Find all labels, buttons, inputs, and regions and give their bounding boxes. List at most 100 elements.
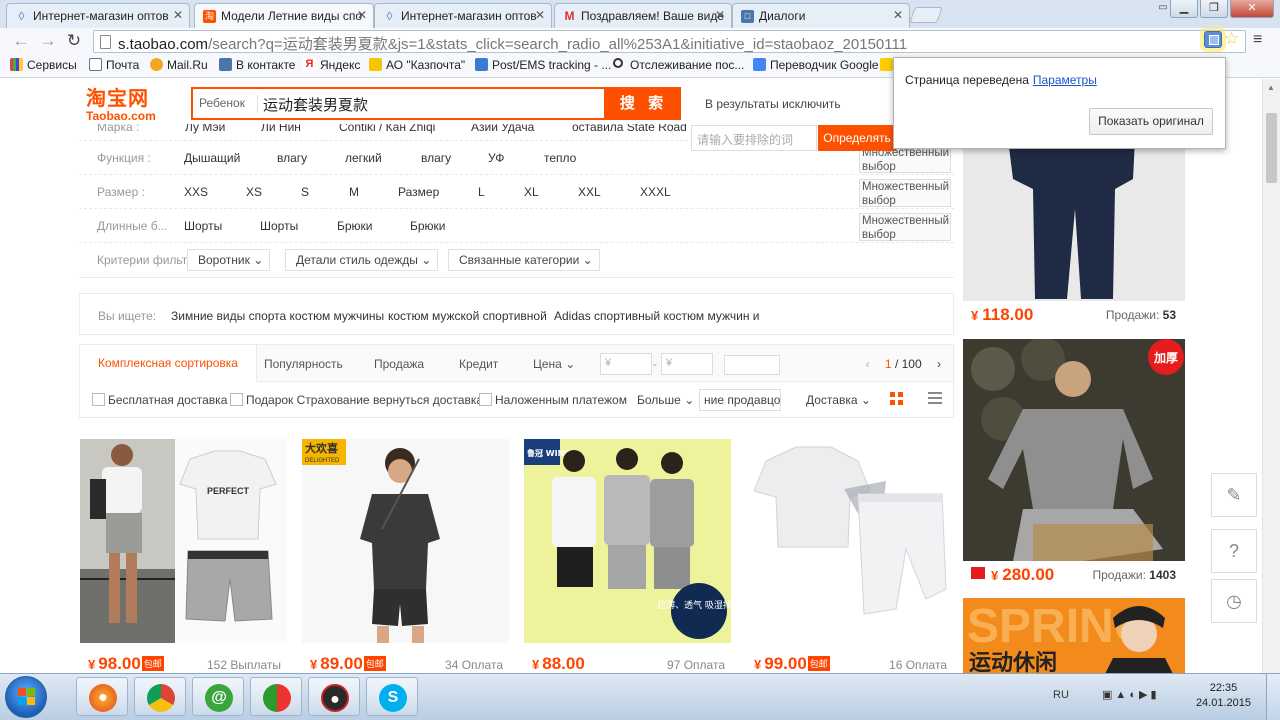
product-image[interactable] bbox=[963, 139, 1185, 301]
function-option[interactable]: УФ bbox=[488, 151, 504, 165]
brand-option[interactable]: Ли Нин bbox=[261, 124, 301, 134]
scroll-thumb[interactable] bbox=[1266, 113, 1277, 183]
forward-arrow-icon[interactable]: → bbox=[37, 30, 59, 52]
clock[interactable]: 22:35 24.01.2015 bbox=[1196, 681, 1251, 711]
sort-tab-popularity[interactable]: Популярность bbox=[264, 357, 343, 371]
sort-tab-sales[interactable]: Продажа bbox=[374, 357, 424, 371]
scroll-up-icon[interactable]: ▲ bbox=[1267, 83, 1275, 92]
function-option[interactable]: Дышащий bbox=[184, 151, 240, 165]
bookmark-tracking[interactable]: Отслеживание пос... bbox=[613, 58, 744, 72]
sort-tab-credit[interactable]: Кредит bbox=[459, 357, 498, 371]
help-icon[interactable]: ? bbox=[1211, 529, 1257, 573]
size-option[interactable]: XXXL bbox=[640, 185, 671, 199]
related-link[interactable]: Adidas спортивный костюм мужчин и bbox=[554, 309, 760, 323]
brand-option[interactable]: Лу Мэй bbox=[185, 124, 225, 134]
taskbar-skype[interactable]: S bbox=[366, 677, 418, 716]
tab-1[interactable]: ◊ Интернет-магазин оптов ✕ bbox=[6, 3, 190, 28]
related-link[interactable]: костюм мужской спортивной bbox=[388, 309, 547, 323]
multi-select-button[interactable]: Множественный выбор bbox=[859, 213, 951, 241]
taskbar-chrome[interactable] bbox=[134, 677, 186, 716]
size-option[interactable]: Размер bbox=[398, 185, 439, 199]
delivery-dropdown[interactable]: Доставка ⌄ bbox=[806, 393, 871, 407]
reload-icon[interactable]: ↻ bbox=[63, 30, 85, 52]
bookmark-star-icon[interactable]: ☆ bbox=[1224, 29, 1239, 49]
search-button[interactable]: 搜 索 bbox=[606, 87, 681, 120]
multi-select-button[interactable]: Множественный выбор bbox=[859, 179, 951, 207]
bookmark-services[interactable]: Сервисы bbox=[10, 58, 77, 72]
price-from-input[interactable]: ¥ bbox=[600, 353, 652, 375]
translate-icon[interactable] bbox=[1204, 31, 1222, 48]
size-option[interactable]: S bbox=[301, 185, 309, 199]
new-tab-button[interactable] bbox=[909, 7, 943, 23]
taskbar-firefox[interactable]: ● bbox=[76, 677, 128, 716]
show-original-button[interactable]: Показать оригинал bbox=[1089, 108, 1213, 135]
tray-icons[interactable]: ▣ ▲ ◐ ▶ ▮ bbox=[1102, 689, 1157, 701]
chrome-menu-icon[interactable]: ≡ bbox=[1253, 31, 1262, 49]
search-category[interactable]: Ребенок bbox=[199, 96, 245, 110]
bookmark-yandex[interactable]: Я Яндекс bbox=[303, 58, 360, 72]
language-indicator[interactable]: RU bbox=[1053, 689, 1069, 701]
close-tab-icon[interactable]: ✕ bbox=[893, 8, 903, 22]
size-option[interactable]: M bbox=[349, 185, 359, 199]
size-option[interactable]: XXS bbox=[184, 185, 208, 199]
length-option[interactable]: Шорты bbox=[184, 219, 222, 233]
tab-4[interactable]: M Поздравляем! Ваше виде ✕ bbox=[554, 3, 732, 28]
list-view-icon[interactable] bbox=[928, 392, 942, 404]
more-dropdown[interactable]: Больше ⌄ bbox=[637, 393, 694, 407]
bookmark-mail[interactable]: Почта bbox=[89, 58, 139, 72]
edit-icon[interactable]: ✎ bbox=[1211, 473, 1257, 517]
cod-checkbox[interactable]: Наложенным платежом bbox=[479, 393, 627, 407]
taskbar-app[interactable] bbox=[250, 677, 302, 716]
next-page-icon[interactable]: › bbox=[937, 357, 941, 371]
collar-dropdown[interactable]: Воротник ⌄ bbox=[187, 249, 271, 271]
page-scrollbar[interactable]: ▲ bbox=[1262, 79, 1280, 673]
tab-2[interactable]: 淘 Модели Летние виды спо ✕ bbox=[194, 3, 374, 29]
product-card[interactable]: 大欢喜 DELIGHTED ¥89.00 包邮 34 Оплата bbox=[302, 439, 509, 673]
length-option[interactable]: Шорты bbox=[260, 219, 298, 233]
size-option[interactable]: L bbox=[478, 185, 485, 199]
style-details-dropdown[interactable]: Детали стиль одежды ⌄ bbox=[285, 249, 439, 271]
bookmark-mailru[interactable]: Mail.Ru bbox=[150, 58, 208, 72]
address-bar[interactable]: s.taobao.com/search?q=运动套装男夏款&js=1&stats… bbox=[93, 30, 1246, 53]
show-desktop-button[interactable] bbox=[1266, 674, 1280, 720]
bookmark-google-translate[interactable]: Переводчик Google bbox=[753, 58, 879, 72]
product-image[interactable]: 鲁冠 WINGS 超薄、透气 吸湿排汗 bbox=[524, 439, 731, 643]
close-window-button[interactable]: ✕ bbox=[1230, 0, 1274, 18]
spring-banner[interactable]: SPRING 运动休闲 bbox=[963, 598, 1185, 673]
related-link[interactable]: Зимние виды спорта костюм мужчины bbox=[171, 309, 384, 323]
product-image[interactable]: PERFECT bbox=[80, 439, 287, 643]
product-card[interactable]: 鲁冠 WINGS 超薄、透气 吸湿排汗 ¥88.00 97 Оплата bbox=[524, 439, 731, 673]
function-option[interactable]: влагу bbox=[421, 151, 451, 165]
maximize-button[interactable]: ❐ bbox=[1200, 0, 1228, 18]
function-option[interactable]: влагу bbox=[277, 151, 307, 165]
size-option[interactable]: XL bbox=[524, 185, 539, 199]
taobao-logo[interactable]: 淘宝网 Taobao.com bbox=[86, 87, 172, 123]
bookmark-ems[interactable]: Post/EMS tracking - ... bbox=[475, 58, 611, 72]
start-button[interactable] bbox=[5, 676, 47, 718]
close-tab-icon[interactable]: ✕ bbox=[173, 8, 183, 22]
product-card[interactable]: PERFECT ¥98.00 包邮 152 Выплаты bbox=[80, 439, 287, 673]
exclude-button[interactable]: Определять bbox=[818, 125, 896, 151]
product-image[interactable]: 大欢喜 DELIGHTED bbox=[302, 439, 509, 643]
length-option[interactable]: Брюки bbox=[410, 219, 446, 233]
size-option[interactable]: XS bbox=[246, 185, 262, 199]
brand-option[interactable]: Contiki / Кан Zhiqi bbox=[339, 124, 435, 134]
close-tab-icon[interactable]: ✕ bbox=[357, 8, 367, 22]
free-shipping-checkbox[interactable]: Бесплатная доставка bbox=[92, 393, 227, 407]
function-option[interactable]: легкий bbox=[345, 151, 382, 165]
insurance-checkbox[interactable]: Подарок Страхование вернуться доставка bbox=[230, 393, 483, 407]
history-icon[interactable]: ◷ bbox=[1211, 579, 1257, 623]
bookmark-kazpost[interactable]: АО "Казпочта" bbox=[369, 58, 465, 72]
length-option[interactable]: Брюки bbox=[337, 219, 373, 233]
product-card[interactable]: ¥99.00 包邮 16 Оплата bbox=[746, 439, 953, 673]
price-to-input[interactable]: ¥ bbox=[661, 353, 713, 375]
tab-5[interactable]: □ Диалоги ✕ bbox=[732, 3, 910, 28]
sort-tab-comprehensive[interactable]: Комплексная сортировка bbox=[80, 345, 257, 382]
sort-tab-price[interactable]: Цена ⌄ bbox=[533, 357, 575, 371]
product-image[interactable]: 加厚 bbox=[963, 339, 1185, 561]
grid-view-icon[interactable] bbox=[890, 392, 904, 406]
close-tab-icon[interactable]: ✕ bbox=[715, 8, 725, 22]
taskbar-recorder[interactable]: ● bbox=[308, 677, 360, 716]
exclude-input[interactable]: 请输入要排除的词 bbox=[691, 125, 817, 151]
minimize-button[interactable]: ▁ bbox=[1170, 0, 1198, 18]
